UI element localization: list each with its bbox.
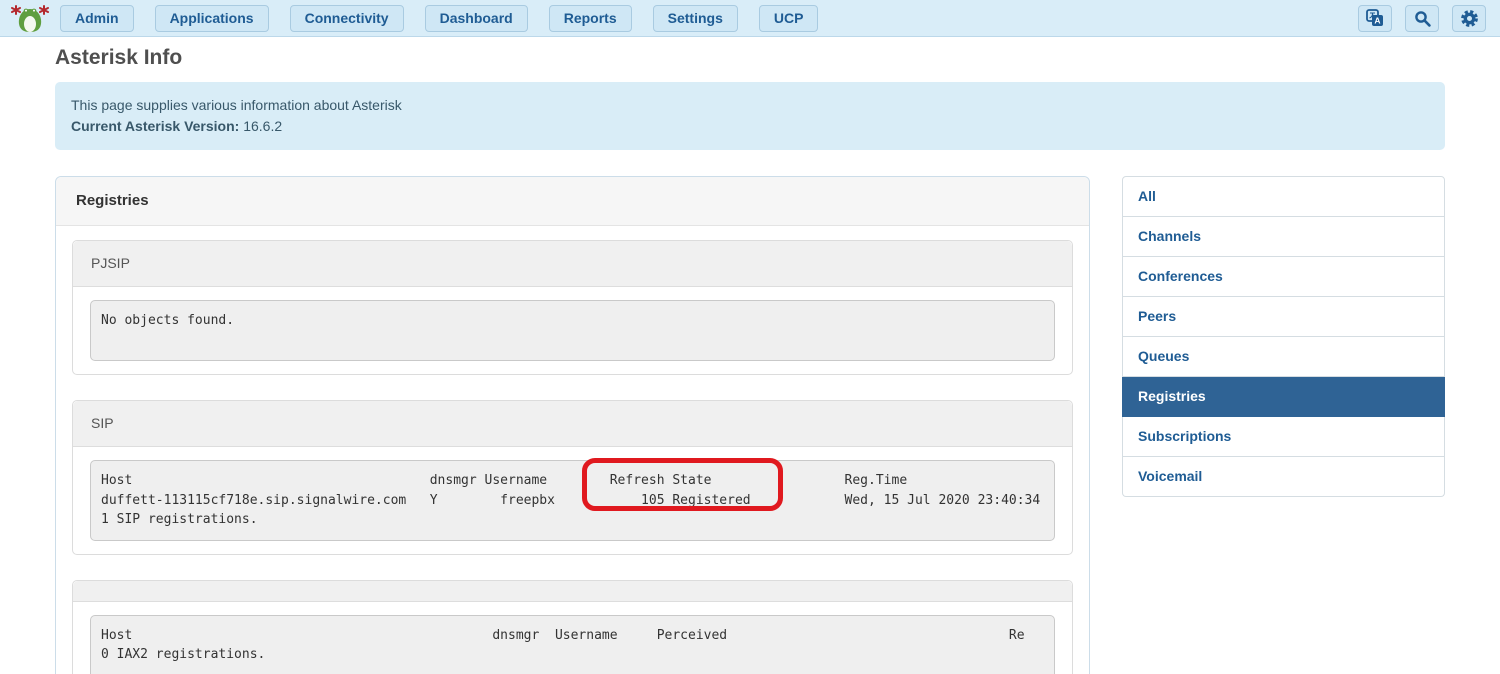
page-title: Asterisk Info <box>55 46 1445 70</box>
sidebar-item-registries[interactable]: Registries <box>1122 377 1445 417</box>
language-button[interactable]: A <box>1358 5 1392 32</box>
iax2-section: Host dnsmgr Username Perceived Re 0 IAX2… <box>72 580 1073 674</box>
sidebar-item-queues[interactable]: Queues <box>1122 337 1445 377</box>
page-container: Asterisk Info This page supplies various… <box>0 37 1500 674</box>
info-banner: This page supplies various information a… <box>55 82 1445 150</box>
top-navbar: Admin Applications Connectivity Dashboar… <box>0 0 1500 37</box>
registries-panel: Registries PJSIP No objects found. SIP H… <box>55 176 1090 674</box>
sidebar-item-subscriptions[interactable]: Subscriptions <box>1122 417 1445 457</box>
tab-settings[interactable]: Settings <box>653 5 738 32</box>
iax2-section-body: Host dnsmgr Username Perceived Re 0 IAX2… <box>73 602 1072 674</box>
pjsip-console-output: No objects found. <box>90 300 1055 361</box>
freepbx-logo-icon[interactable] <box>10 3 50 33</box>
tab-applications[interactable]: Applications <box>155 5 269 32</box>
search-button[interactable] <box>1405 5 1439 32</box>
pjsip-section-body: No objects found. <box>73 287 1072 374</box>
main-menu: Admin Applications Connectivity Dashboar… <box>60 5 818 32</box>
registries-panel-title: Registries <box>56 177 1089 226</box>
tab-dashboard[interactable]: Dashboard <box>425 5 528 32</box>
sip-console-output: Host dnsmgr Username Refresh State Reg.T… <box>90 460 1055 541</box>
sip-section: SIP Host dnsmgr Username Refresh State R… <box>72 400 1073 555</box>
sidebar-item-channels[interactable]: Channels <box>1122 217 1445 257</box>
sip-section-body: Host dnsmgr Username Refresh State Reg.T… <box>73 447 1072 554</box>
settings-button[interactable] <box>1452 5 1486 32</box>
gear-icon <box>1460 9 1479 28</box>
sidebar-item-all[interactable]: All <box>1122 176 1445 217</box>
info-category-menu: All Channels Conferences Peers Queues Re… <box>1122 176 1445 497</box>
sidebar-item-peers[interactable]: Peers <box>1122 297 1445 337</box>
tab-ucp[interactable]: UCP <box>759 5 819 32</box>
tab-connectivity[interactable]: Connectivity <box>290 5 404 32</box>
tab-reports[interactable]: Reports <box>549 5 632 32</box>
navbar-actions: A <box>1358 5 1486 32</box>
sip-section-header: SIP <box>73 401 1072 447</box>
asterisk-version-row: Current Asterisk Version: 16.6.2 <box>71 116 1429 137</box>
sidebar-item-voicemail[interactable]: Voicemail <box>1122 457 1445 497</box>
tab-admin[interactable]: Admin <box>60 5 134 32</box>
content-row: Registries PJSIP No objects found. SIP H… <box>55 176 1445 674</box>
search-icon <box>1414 10 1431 27</box>
iax2-section-header <box>73 581 1072 602</box>
pjsip-section: PJSIP No objects found. <box>72 240 1073 375</box>
info-banner-text: This page supplies various information a… <box>71 95 1429 116</box>
asterisk-version-label: Current Asterisk Version: <box>71 118 239 134</box>
pjsip-section-header: PJSIP <box>73 241 1072 287</box>
language-icon: A <box>1366 9 1384 27</box>
asterisk-version-value: 16.6.2 <box>239 118 282 134</box>
sidebar-item-conferences[interactable]: Conferences <box>1122 257 1445 297</box>
iax2-console-output: Host dnsmgr Username Perceived Re 0 IAX2… <box>90 615 1055 674</box>
registries-panel-body: PJSIP No objects found. SIP Host dnsmgr … <box>56 226 1089 674</box>
